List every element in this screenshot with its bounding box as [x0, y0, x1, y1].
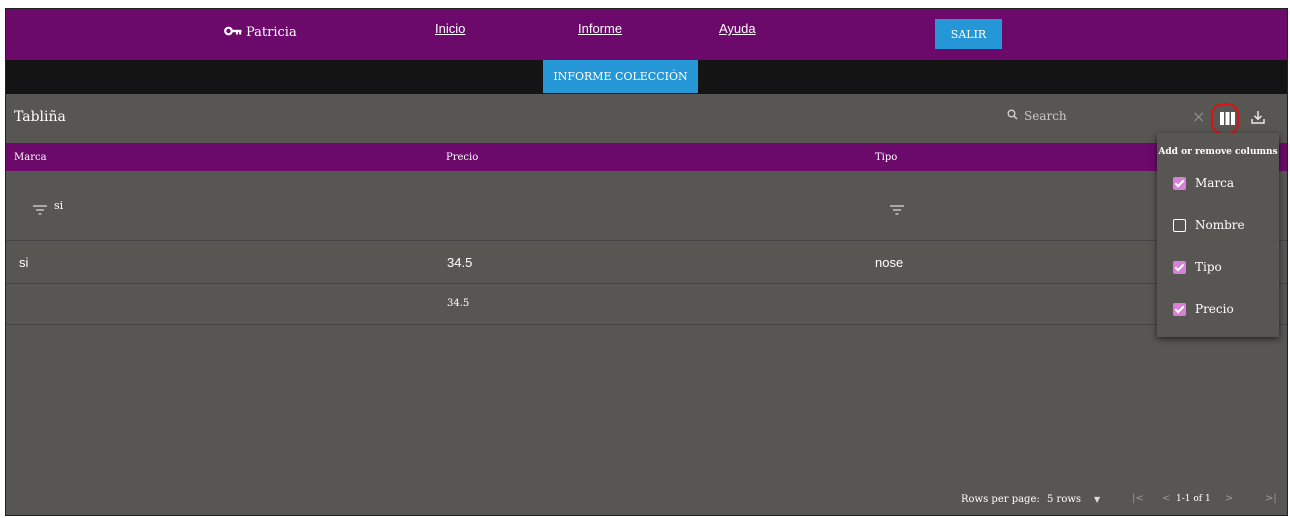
table-row[interactable]: 34.5	[6, 284, 1287, 325]
last-page-icon[interactable]: >|	[1265, 493, 1277, 504]
search-icon	[1007, 109, 1018, 123]
search-field[interactable]: Search	[1007, 109, 1067, 123]
checkbox-unchecked[interactable]	[1173, 218, 1186, 232]
nav-link-informe[interactable]: Informe	[578, 21, 622, 36]
table-row[interactable]: si 34.5 nose	[6, 241, 1287, 284]
column-header-marca[interactable]: Marca	[14, 152, 47, 163]
first-page-icon[interactable]: |<	[1132, 493, 1144, 504]
column-header-tipo[interactable]: Tipo	[875, 152, 897, 163]
column-picker-popup: Add or remove columns Marca Nombre Tipo …	[1157, 133, 1279, 337]
table-toolbar: Tabliña Search ×	[6, 94, 1287, 143]
nav-link-ayuda[interactable]: Ayuda	[719, 21, 756, 36]
dropdown-arrow-icon[interactable]: ▼	[1094, 495, 1100, 504]
download-icon[interactable]	[1250, 109, 1266, 129]
rows-per-page-label: Rows per page:	[961, 494, 1040, 505]
user-menu[interactable]: Patricia	[224, 25, 297, 40]
pagination-bar: Rows per page: 5 rows ▼ |< < 1-1 of 1 > …	[6, 485, 1287, 515]
annotation-circle	[1211, 103, 1239, 135]
column-option-label: Nombre	[1195, 218, 1245, 232]
rows-per-page-select[interactable]: 5 rows	[1047, 494, 1081, 505]
table-title: Tabliña	[14, 109, 66, 125]
column-option-precio[interactable]: Precio	[1173, 302, 1234, 316]
clear-search-icon[interactable]: ×	[1192, 107, 1205, 126]
user-name: Patricia	[246, 25, 297, 40]
cell-marca: si	[19, 255, 29, 270]
cell-tipo: nose	[875, 255, 904, 270]
checkbox-checked[interactable]	[1173, 176, 1186, 190]
nav-link-inicio[interactable]: Inicio	[435, 21, 465, 36]
filter-icon[interactable]	[33, 200, 47, 219]
column-option-label: Marca	[1195, 176, 1235, 190]
logout-button[interactable]: SALIR	[935, 19, 1002, 49]
search-input[interactable]: Search	[1024, 109, 1067, 123]
column-header-precio[interactable]: Precio	[446, 152, 478, 163]
top-navbar: Patricia Inicio Informe Ayuda SALIR	[6, 9, 1287, 60]
prev-page-icon[interactable]: <	[1162, 493, 1170, 504]
column-option-tipo[interactable]: Tipo	[1173, 260, 1222, 274]
column-option-marca[interactable]: Marca	[1173, 176, 1234, 190]
next-page-icon[interactable]: >	[1225, 493, 1233, 504]
column-option-label: Tipo	[1195, 260, 1222, 274]
checkbox-checked[interactable]	[1173, 302, 1186, 316]
report-collection-button[interactable]: INFORME COLECCIÓN	[543, 60, 698, 93]
filter-icon[interactable]	[890, 200, 904, 219]
key-icon	[224, 25, 242, 40]
filter-input-marca[interactable]: si	[54, 199, 63, 212]
checkbox-checked[interactable]	[1173, 260, 1186, 274]
page-range: 1-1 of 1	[1176, 494, 1211, 504]
filter-row: si	[6, 171, 1287, 241]
table-header-row: Marca Precio Tipo	[6, 143, 1287, 171]
cell-precio: 34.5	[447, 255, 473, 270]
cell-precio: 34.5	[447, 298, 470, 309]
column-option-nombre[interactable]: Nombre	[1173, 218, 1245, 232]
column-picker-title: Add or remove columns	[1158, 147, 1278, 157]
app-frame: Patricia Inicio Informe Ayuda SALIR INFO…	[5, 8, 1288, 516]
column-option-label: Precio	[1195, 302, 1234, 316]
